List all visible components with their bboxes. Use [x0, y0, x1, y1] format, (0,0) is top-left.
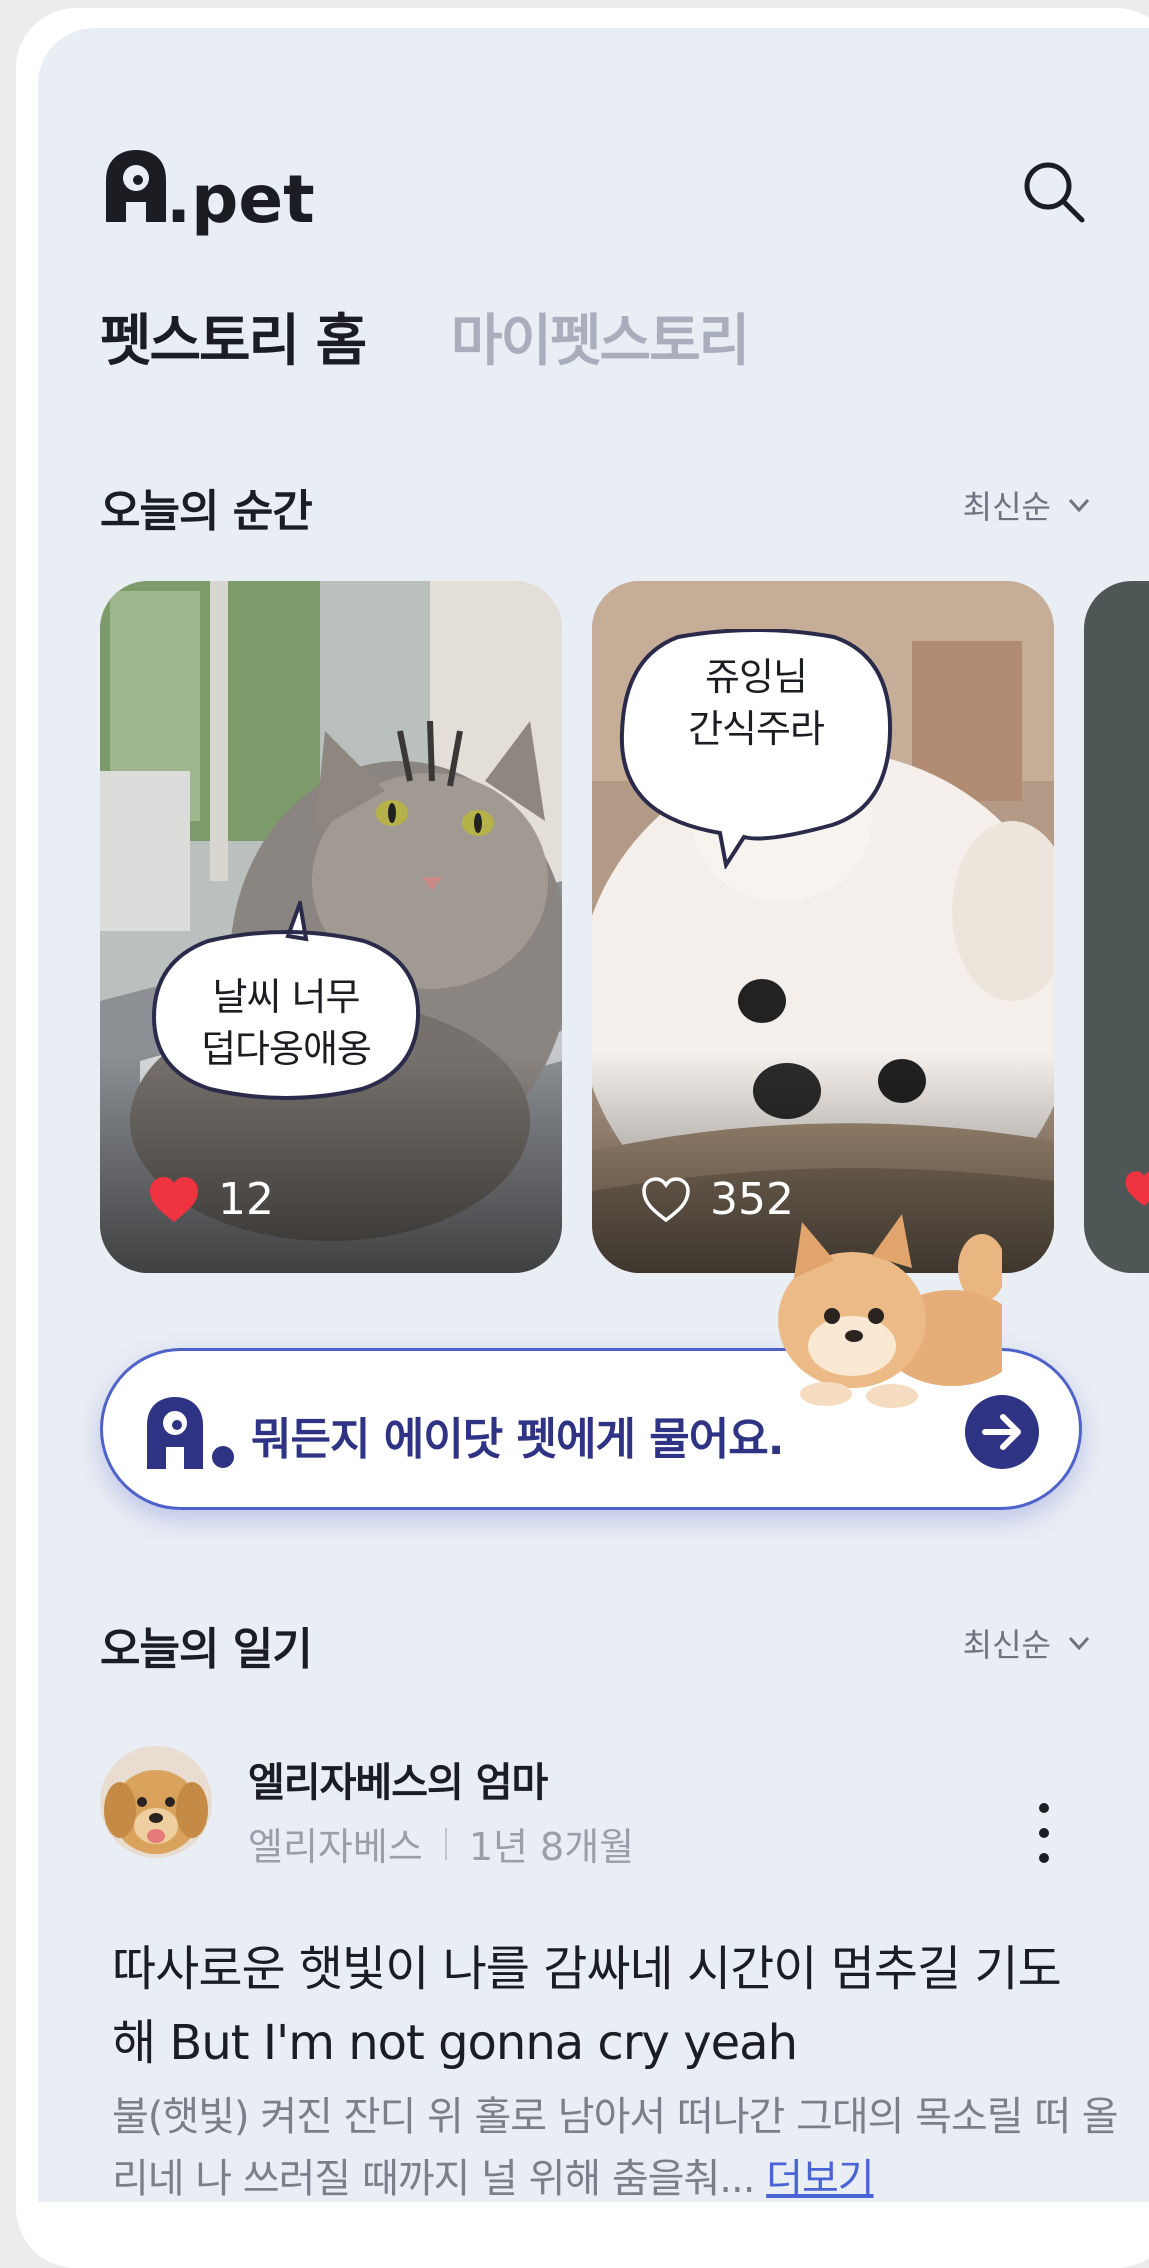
post-excerpt: 불(햇빛) 켜진 잔디 위 홀로 남아서 떠나간 그대의 목소릴 떠 올리네 나… [112, 2086, 1122, 2202]
speech-bubble-text: 날씨 너무 덥다옹애옹 [201, 975, 372, 1071]
svg-text:.pet: .pet [166, 161, 315, 236]
app-screen: .pet 펫스토리 홈 마이펫스토리 오늘의 순간 최신순 날씨 너무 덥다옹애… [38, 28, 1149, 2202]
chevron-down-icon [1068, 1636, 1090, 1651]
author-avatar[interactable] [100, 1746, 212, 1858]
heart-filled-icon [150, 1176, 198, 1222]
sort-label: 최신순 [962, 488, 1051, 526]
shiba-puppy-illustration [778, 1214, 1002, 1408]
post-title[interactable]: 따사로운 햇빛이 나를 감싸네 시간이 멈추길 기도해 But I'm not … [112, 1932, 1102, 2080]
tab-pet-story-home[interactable]: 펫스토리 홈 [100, 296, 367, 377]
moments-section-title: 오늘의 순간 [100, 486, 313, 537]
like-count[interactable]: 352 [640, 1174, 794, 1225]
moment-card[interactable]: 쥬잉님 간식주라 352 [592, 581, 1054, 1273]
more-options-icon[interactable] [1024, 1798, 1064, 1868]
chevron-down-icon [1068, 498, 1090, 513]
tab-my-pet-story[interactable]: 마이펫스토리 [451, 296, 750, 377]
like-count-value: 12 [218, 1174, 274, 1225]
read-more-link[interactable]: 더보기 [766, 2156, 874, 2202]
golden-retriever-avatar [100, 1746, 212, 1858]
post-meta: 엘리자베스 1년 8개월 [248, 1816, 634, 1871]
like-count[interactable]: 12 [148, 1174, 274, 1225]
apet-logo: .pet [106, 150, 315, 236]
speech-bubble-text: 쥬잉님 간식주라 [688, 655, 825, 751]
meta-divider [444, 1827, 447, 1860]
post-excerpt-text: 불(햇빛) 켜진 잔디 위 홀로 남아서 떠나간 그대의 목소릴 떠 올리네 나… [112, 2094, 1119, 2202]
post-author-name[interactable]: 엘리자베스의 엄마 [248, 1750, 548, 1808]
search-icon[interactable] [1018, 156, 1090, 228]
apet-mascot-icon [147, 1397, 234, 1469]
heart-filled-icon [1125, 1171, 1149, 1206]
diary-section-title: 오늘의 일기 [100, 1624, 313, 1675]
pet-age: 1년 8개월 [468, 1825, 635, 1869]
moment-card[interactable]: 날씨 너무 덥다옹애옹 12 [100, 581, 562, 1273]
diary-sort-dropdown[interactable]: 최신순 [963, 1620, 1093, 1666]
sort-label: 최신순 [962, 1626, 1051, 1664]
moment-card[interactable] [1084, 581, 1149, 1273]
pet-name: 엘리자베스 [248, 1825, 423, 1869]
heart-outline-icon [642, 1176, 690, 1222]
moments-sort-dropdown[interactable]: 최신순 [963, 482, 1093, 528]
ask-placeholder-text: 뭐든지 에이닷 펫에게 물어요. [251, 1414, 784, 1465]
